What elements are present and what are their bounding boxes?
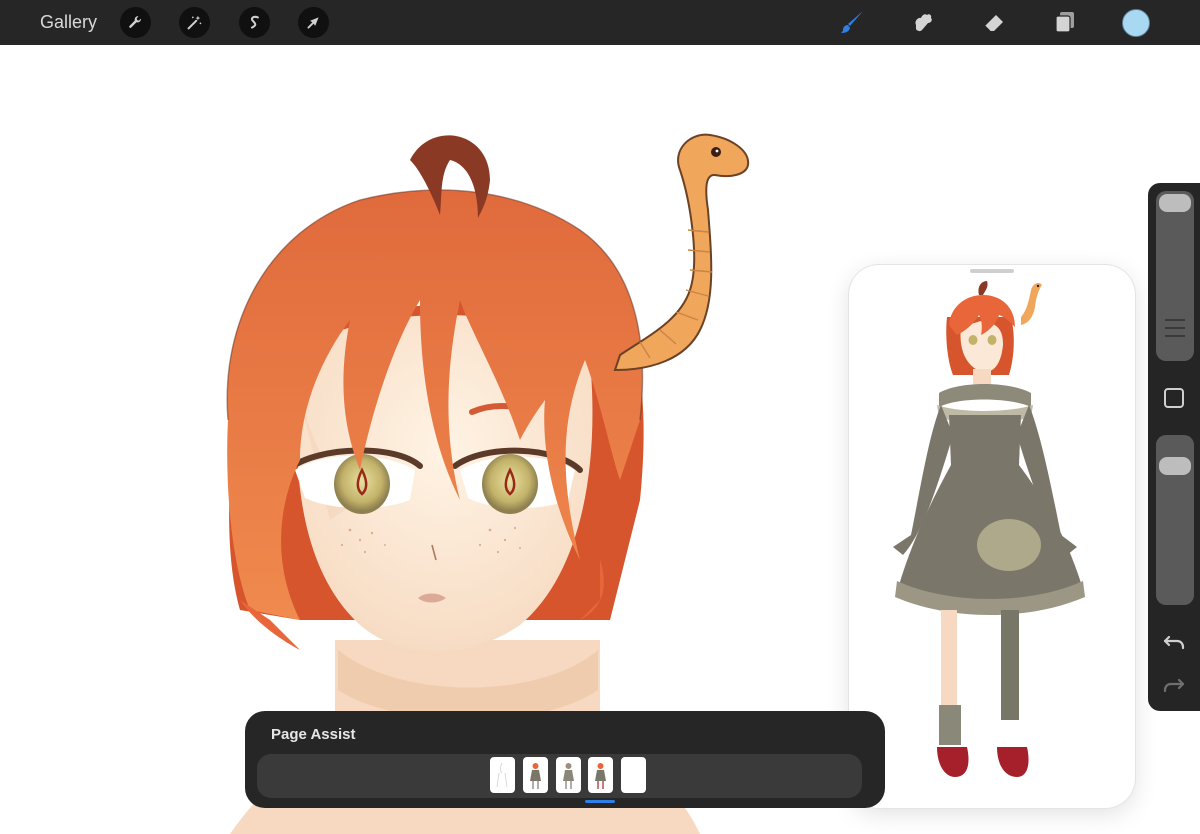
reference-window[interactable]: [849, 265, 1135, 808]
slider-grip-line: [1165, 327, 1185, 329]
gallery-button[interactable]: Gallery: [40, 10, 97, 34]
smudge-icon: [915, 14, 932, 32]
page-thumbnail-strip[interactable]: [257, 754, 862, 798]
adjustments-button[interactable]: [179, 7, 210, 38]
transform-button[interactable]: [298, 7, 329, 38]
brush-size-slider[interactable]: [1156, 191, 1194, 361]
page-thumbnail[interactable]: [556, 757, 581, 793]
brush-size-thumb[interactable]: [1159, 194, 1191, 212]
eraser-tool-button[interactable]: [978, 6, 1010, 38]
actions-button[interactable]: [120, 7, 151, 38]
layers-icon: [1055, 12, 1074, 33]
wrench-icon: [129, 16, 141, 28]
opacity-thumb[interactable]: [1159, 457, 1191, 475]
slider-grip-line: [1165, 319, 1185, 321]
smudge-tool-button[interactable]: [906, 6, 938, 38]
magic-wand-icon: [187, 15, 202, 30]
page-thumbnail[interactable]: [523, 757, 548, 793]
eraser-icon: [984, 15, 1003, 32]
brush-icon: [841, 11, 863, 33]
page-thumbnail[interactable]: [490, 757, 515, 793]
selection-icon: [250, 15, 259, 29]
page-thumbnail-current[interactable]: [588, 757, 613, 793]
slider-grip-line: [1165, 335, 1185, 337]
undo-icon[interactable]: [1161, 628, 1187, 654]
side-toolbar: [1148, 183, 1200, 711]
arrow-cursor-icon: [307, 17, 319, 29]
procreate-app: Gallery Page Assist: [0, 0, 1200, 834]
layers-button[interactable]: [1049, 6, 1081, 38]
current-page-indicator: [585, 800, 615, 803]
page-assist-title: Page Assist: [271, 726, 356, 743]
drawing-canvas[interactable]: Page Assist: [0, 45, 1200, 834]
page-thumbnail-blank[interactable]: [621, 757, 646, 793]
selection-button[interactable]: [239, 7, 270, 38]
top-toolbar: Gallery: [0, 0, 1200, 45]
opacity-slider[interactable]: [1156, 435, 1194, 605]
full-body-reference-artwork: [893, 281, 1085, 777]
modify-button[interactable]: [1164, 388, 1184, 408]
color-picker-button[interactable]: [1122, 9, 1150, 37]
page-assist-panel: Page Assist: [245, 711, 885, 808]
brush-tool-button[interactable]: [836, 6, 868, 38]
redo-icon[interactable]: [1161, 671, 1187, 697]
reference-window-handle[interactable]: [970, 269, 1014, 273]
